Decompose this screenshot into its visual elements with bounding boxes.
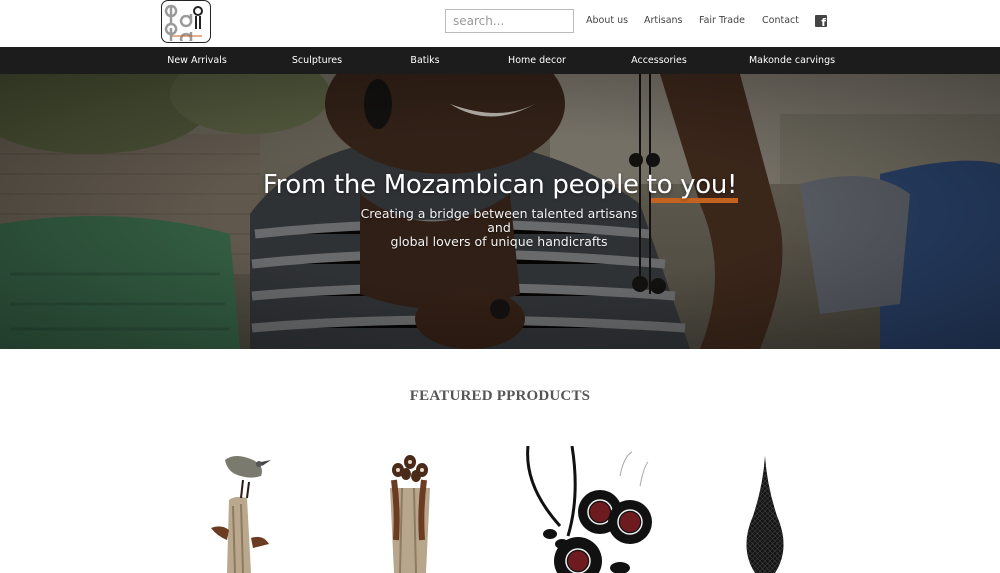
category-new-arrivals[interactable]: New Arrivals [167, 55, 227, 66]
product-card-bird-sculpture[interactable] [205, 440, 275, 573]
hero-banner: From the Mozambican people to you! Creat… [0, 74, 1000, 349]
hero-title: From the Mozambican people to you! [262, 170, 738, 200]
product-card-carved-figures[interactable] [380, 440, 440, 573]
site-header: search... About us Artisans Fair Trade C… [0, 0, 1000, 47]
product-image [390, 455, 430, 573]
product-image [526, 446, 652, 573]
product-image [746, 456, 784, 573]
nav-link-fair-trade[interactable]: Fair Trade [699, 15, 745, 26]
category-batiks[interactable]: Batiks [410, 55, 439, 66]
category-makonde-carvings[interactable]: Makonde carvings [749, 55, 835, 66]
hero-subtitle-line-2: global lovers of unique handicrafts [390, 234, 608, 249]
nav-link-artisans[interactable]: Artisans [644, 15, 683, 26]
featured-products-heading: FEATURED PPRODUCTS [409, 388, 591, 404]
site-logo[interactable] [161, 0, 211, 43]
category-nav: New Arrivals Sculptures Batiks Home deco… [0, 47, 1000, 74]
nav-link-contact[interactable]: Contact [762, 15, 799, 26]
category-accessories[interactable]: Accessories [631, 55, 687, 66]
nav-link-about[interactable]: About us [586, 15, 628, 26]
product-card-jewelry-set[interactable] [520, 446, 660, 573]
product-image [211, 456, 271, 573]
hero-subtitle-line-1: Creating a bridge between talented artis… [360, 206, 638, 235]
search-input[interactable]: search... [445, 9, 574, 33]
category-sculptures[interactable]: Sculptures [292, 55, 342, 66]
hero-subtitle: Creating a bridge between talented artis… [350, 207, 648, 249]
category-home-decor[interactable]: Home decor [508, 55, 566, 66]
product-card-black-vase[interactable] [735, 456, 795, 573]
facebook-icon[interactable]: f [815, 15, 827, 28]
